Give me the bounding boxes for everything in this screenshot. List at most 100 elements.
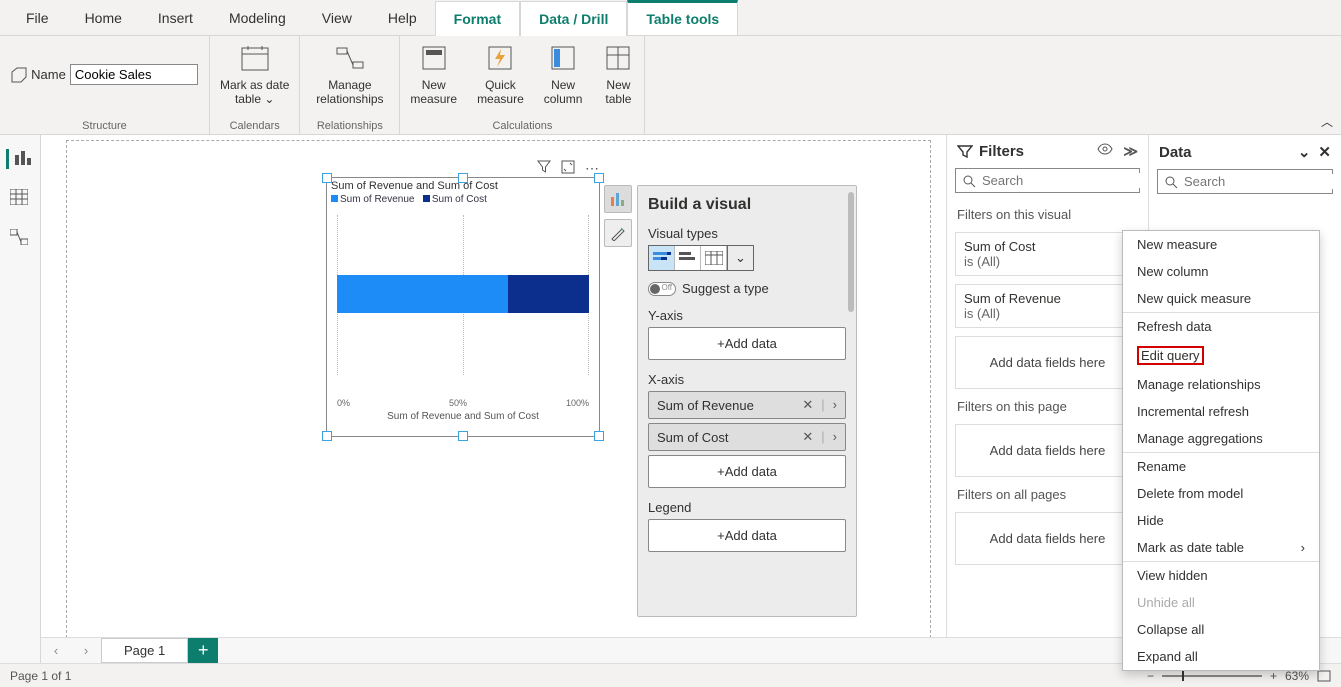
visual-type-picker[interactable] <box>648 245 728 271</box>
filter-icon[interactable] <box>537 160 551 177</box>
panel-scrollbar[interactable] <box>848 192 854 312</box>
remove-icon[interactable]: ✕ <box>802 397 813 413</box>
chart-visual[interactable]: ⋯ Sum of Revenue and Sum of Cost Sum of … <box>326 177 600 437</box>
new-column-label: New column <box>544 78 583 106</box>
fit-page-icon[interactable] <box>1317 670 1331 682</box>
new-column-button[interactable]: New column <box>534 42 593 106</box>
menu-modeling[interactable]: Modeling <box>211 0 304 35</box>
ctx-new-column[interactable]: New column <box>1123 258 1319 285</box>
ctx-collapse-all[interactable]: Collapse all <box>1123 616 1319 643</box>
new-table-button[interactable]: New table <box>592 42 644 106</box>
menu-bar: File Home Insert Modeling View Help Form… <box>0 0 1341 36</box>
vtype-clustered-bar[interactable] <box>675 246 701 270</box>
add-page-button[interactable]: + <box>188 638 218 663</box>
data-view-button[interactable] <box>10 189 30 209</box>
ctx-view-hidden[interactable]: View hidden <box>1123 562 1319 589</box>
ctx-delete[interactable]: Delete from model <box>1123 480 1319 507</box>
build-visual-panel: Build a visual Visual types ⌄ Off Sugges… <box>637 185 857 617</box>
data-search[interactable] <box>1157 169 1333 194</box>
ctx-new-measure[interactable]: New measure <box>1123 231 1319 258</box>
filter-drop-page[interactable]: Add data fields here <box>955 424 1140 477</box>
ctx-expand-all[interactable]: Expand all <box>1123 643 1319 670</box>
ctx-edit-query[interactable]: Edit query <box>1123 340 1319 371</box>
ctx-hide[interactable]: Hide <box>1123 507 1319 534</box>
menu-file[interactable]: File <box>8 0 67 35</box>
collapse-pane-icon[interactable]: ≫ <box>1123 143 1138 160</box>
filter-card-cost[interactable]: Sum of Cost is (All) <box>955 232 1140 276</box>
name-label: Name <box>31 67 66 82</box>
menu-insert[interactable]: Insert <box>140 0 211 35</box>
ctx-new-quick-measure[interactable]: New quick measure <box>1123 285 1319 312</box>
quick-measure-button[interactable]: Quick measure <box>467 42 534 106</box>
chevron-right-icon[interactable]: › <box>833 397 837 413</box>
menu-view[interactable]: View <box>304 0 370 35</box>
filter-drop-visual[interactable]: Add data fields here <box>955 336 1140 389</box>
xaxis-label: X-axis <box>648 372 846 387</box>
ribbon: Name Structure Mark as date table ⌄ Cale… <box>0 36 1341 135</box>
group-calculations: Calculations <box>492 120 552 132</box>
filters-search[interactable] <box>955 168 1140 193</box>
ctx-incremental-refresh[interactable]: Incremental refresh <box>1123 398 1319 425</box>
menu-home[interactable]: Home <box>67 0 140 35</box>
focus-mode-icon[interactable] <box>561 160 575 177</box>
ctx-refresh-data[interactable]: Refresh data <box>1123 313 1319 340</box>
manage-rel-label: Manage relationships <box>316 78 383 106</box>
build-visual-tab[interactable] <box>604 185 632 213</box>
vtype-table[interactable] <box>701 246 727 270</box>
page-next[interactable]: › <box>71 643 101 658</box>
filters-all-label: Filters on all pages <box>947 481 1148 508</box>
new-measure-button[interactable]: New measure <box>400 42 467 106</box>
yaxis-well[interactable]: +Add data <box>648 327 846 360</box>
eye-icon[interactable] <box>1097 143 1113 160</box>
xaxis-field-revenue[interactable]: Sum of Revenue ✕|› <box>648 391 846 419</box>
view-rail <box>0 135 41 663</box>
page-tab-1[interactable]: Page 1 <box>101 638 188 663</box>
zoom-slider[interactable] <box>1162 675 1262 677</box>
page-prev[interactable]: ‹ <box>41 643 71 658</box>
vtype-stacked-bar[interactable] <box>649 246 675 270</box>
manage-relationships-button[interactable]: Manage relationships <box>306 42 393 106</box>
ctx-manage-relationships[interactable]: Manage relationships <box>1123 371 1319 398</box>
format-visual-tab[interactable] <box>604 219 632 247</box>
chevron-down-icon[interactable]: ⌄ <box>1298 143 1311 161</box>
legend-well[interactable]: +Add data <box>648 519 846 552</box>
menu-data-drill[interactable]: Data / Drill <box>520 1 627 36</box>
name-input[interactable] <box>70 64 198 85</box>
calendar-icon <box>239 42 271 74</box>
report-view-button[interactable] <box>6 149 26 169</box>
vtype-dropdown[interactable]: ⌄ <box>728 245 754 271</box>
filter-icon <box>957 144 973 160</box>
menu-table-tools[interactable]: Table tools <box>627 0 738 35</box>
group-structure: Structure <box>82 120 127 132</box>
report-canvas[interactable]: ⋯ Sum of Revenue and Sum of Cost Sum of … <box>41 135 946 663</box>
suggest-toggle[interactable]: Off <box>648 282 676 296</box>
calculator-icon <box>418 42 450 74</box>
xaxis-field-cost[interactable]: Sum of Cost ✕|› <box>648 423 846 451</box>
yaxis-label: Y-axis <box>648 308 846 323</box>
model-view-button[interactable] <box>10 229 30 249</box>
build-title: Build a visual <box>648 196 846 214</box>
ctx-manage-aggregations[interactable]: Manage aggregations <box>1123 425 1319 452</box>
legend-dot-revenue <box>331 195 338 202</box>
tick-0: 0% <box>337 398 350 408</box>
chip-label: Sum of Cost <box>657 430 729 445</box>
ctx-rename[interactable]: Rename <box>1123 453 1319 480</box>
bar-cost <box>508 275 589 313</box>
chevron-right-icon: › <box>1301 540 1305 555</box>
data-search-input[interactable] <box>1184 174 1341 189</box>
collapse-ribbon-button[interactable]: ︿ <box>1321 113 1333 130</box>
filters-search-input[interactable] <box>982 173 1158 188</box>
menu-format[interactable]: Format <box>435 1 520 36</box>
filters-page-label: Filters on this page <box>947 393 1148 420</box>
chart-xlabel: Sum of Revenue and Sum of Cost <box>327 411 599 422</box>
filter-drop-all[interactable]: Add data fields here <box>955 512 1140 565</box>
xaxis-well[interactable]: +Add data <box>648 455 846 488</box>
close-icon[interactable]: ✕ <box>1318 143 1331 161</box>
mark-as-date-table-button[interactable]: Mark as date table ⌄ <box>210 42 299 106</box>
remove-icon[interactable]: ✕ <box>802 429 813 445</box>
search-icon <box>962 174 976 188</box>
chevron-right-icon[interactable]: › <box>833 429 837 445</box>
menu-help[interactable]: Help <box>370 0 435 35</box>
filter-card-revenue[interactable]: Sum of Revenue is (All) <box>955 284 1140 328</box>
ctx-mark-date[interactable]: Mark as date table› <box>1123 534 1319 561</box>
